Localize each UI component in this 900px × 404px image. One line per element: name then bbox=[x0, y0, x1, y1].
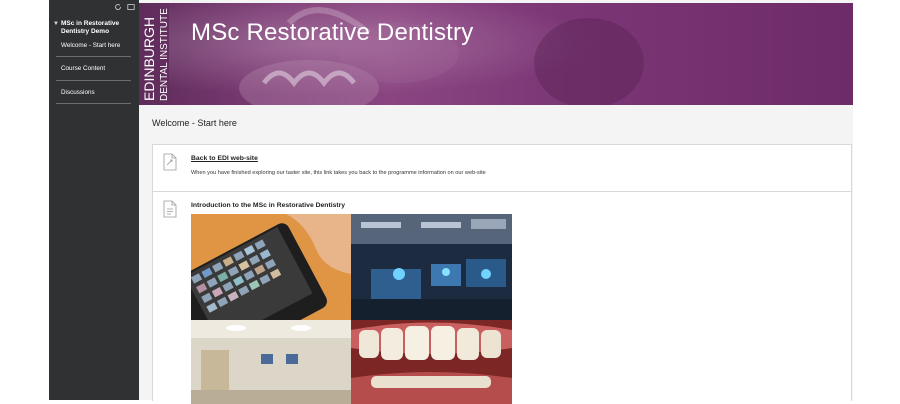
main-content: EDINBURGH DENTAL INSTITUTE MSc Restorati… bbox=[139, 0, 853, 404]
sidebar-divider bbox=[56, 103, 131, 104]
item-description: When you have finished exploring our tas… bbox=[191, 170, 486, 176]
clinic-lab-photo bbox=[351, 214, 512, 320]
edi-logo-line-2: DENTAL INSTITUTE bbox=[159, 8, 170, 101]
course-banner: EDINBURGH DENTAL INSTITUTE MSc Restorati… bbox=[139, 3, 853, 105]
sidebar-toolbar bbox=[114, 3, 135, 11]
teeth-closeup-photo bbox=[351, 320, 512, 404]
page-title: Welcome - Start here bbox=[152, 118, 237, 128]
sidebar-item-discussions[interactable]: Discussions bbox=[61, 89, 95, 96]
link-document-icon bbox=[163, 153, 177, 171]
edi-logo-text: EDINBURGH DENTAL INSTITUTE bbox=[141, 8, 170, 101]
sidebar-item-welcome[interactable]: Welcome - Start here bbox=[61, 42, 120, 49]
edi-logo-line-1: EDINBURGH bbox=[141, 17, 157, 101]
intro-item-title[interactable]: Introduction to the MSc in Restorative D… bbox=[191, 202, 345, 209]
refresh-icon[interactable] bbox=[114, 3, 122, 11]
folder-icon[interactable] bbox=[127, 3, 135, 11]
content-list: Back to EDI web-site When you have finis… bbox=[152, 144, 852, 404]
intro-photo-collage bbox=[191, 214, 512, 404]
edi-website-link[interactable]: Back to EDI web-site bbox=[191, 155, 258, 162]
sidebar-divider bbox=[56, 80, 131, 81]
tablet-photo bbox=[191, 214, 351, 320]
course-window: ▼ MSc in Restorative Dentistry Demo Welc… bbox=[49, 0, 853, 404]
document-icon bbox=[163, 200, 177, 218]
list-item: Back to EDI web-site When you have finis… bbox=[153, 145, 851, 192]
course-title[interactable]: MSc in Restorative Dentistry Demo bbox=[61, 20, 133, 36]
sidebar-item-course-content[interactable]: Course Content bbox=[61, 65, 105, 72]
banner-title: MSc Restorative Dentistry bbox=[191, 19, 474, 46]
sidebar-divider bbox=[56, 56, 131, 57]
clinic-room-photo bbox=[191, 320, 351, 404]
list-item: Introduction to the MSc in Restorative D… bbox=[153, 192, 851, 404]
chevron-down-icon[interactable]: ▼ bbox=[53, 21, 59, 27]
page-header bbox=[139, 105, 853, 143]
course-sidebar: ▼ MSc in Restorative Dentistry Demo Welc… bbox=[49, 0, 139, 400]
